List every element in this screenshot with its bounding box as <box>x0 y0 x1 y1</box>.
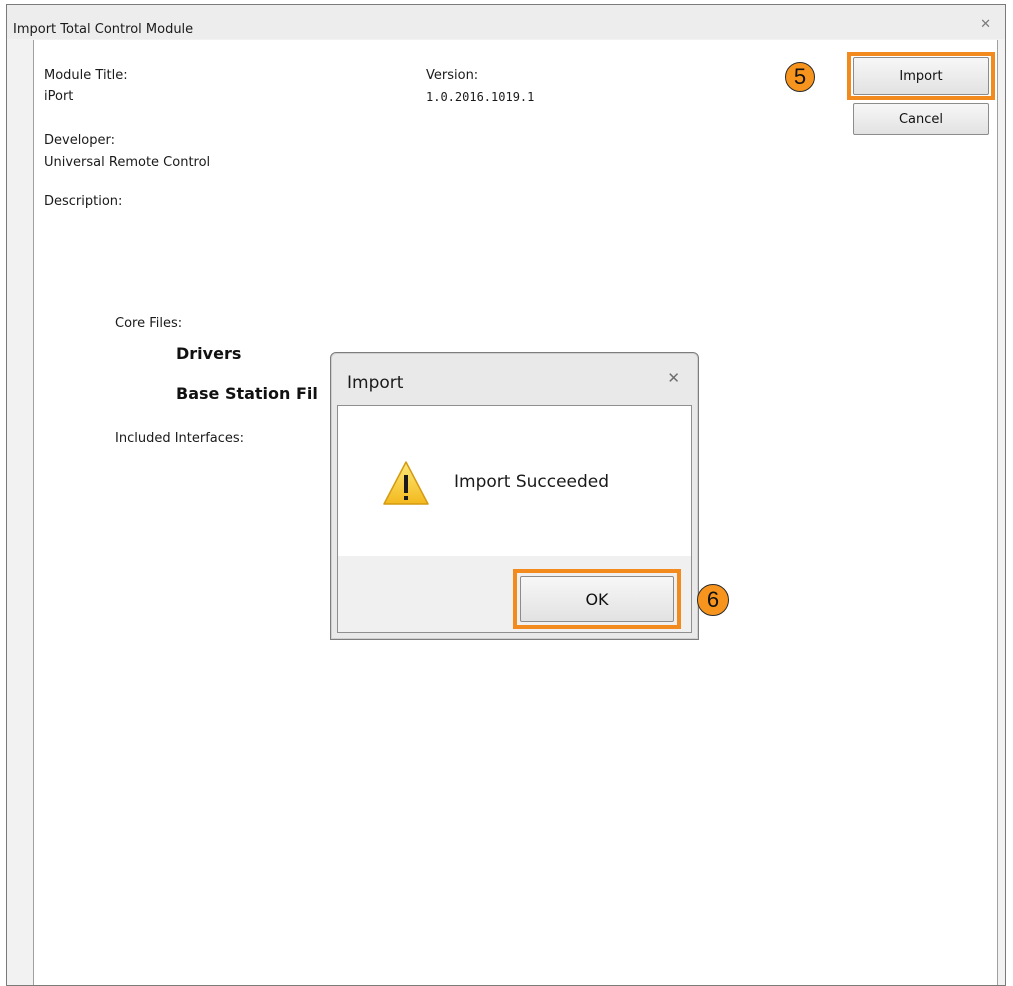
window-title: Import Total Control Module <box>13 22 194 37</box>
core-files-label: Core Files: <box>115 316 183 331</box>
module-title-label: Module Title: <box>44 68 128 83</box>
developer-value: Universal Remote Control <box>44 155 211 170</box>
ok-button[interactable]: OK <box>520 576 674 622</box>
developer-label: Developer: <box>44 133 116 148</box>
version-label: Version: <box>426 68 479 83</box>
module-title-value: iPort <box>44 89 74 104</box>
warning-icon <box>383 461 429 505</box>
core-file-item: Base Station Fil <box>176 384 318 403</box>
dialog-message: Import Succeeded <box>454 472 610 492</box>
dialog-title: Import <box>347 373 404 393</box>
step-5-badge: 5 <box>785 62 815 92</box>
dialog-close-icon[interactable]: ✕ <box>667 369 680 387</box>
import-button[interactable]: Import <box>853 57 989 95</box>
title-bar: Import Total Control Module ✕ <box>7 5 1005 39</box>
included-interfaces-label: Included Interfaces: <box>115 431 245 446</box>
cancel-button[interactable]: Cancel <box>853 103 989 135</box>
window-close-icon[interactable]: ✕ <box>980 17 991 32</box>
step-6-badge: 6 <box>697 584 729 616</box>
description-label: Description: <box>44 194 123 209</box>
version-value: 1.0.2016.1019.1 <box>426 90 535 104</box>
core-file-item: Drivers <box>176 344 242 363</box>
dialog-message-area: Import Succeeded <box>338 406 691 556</box>
